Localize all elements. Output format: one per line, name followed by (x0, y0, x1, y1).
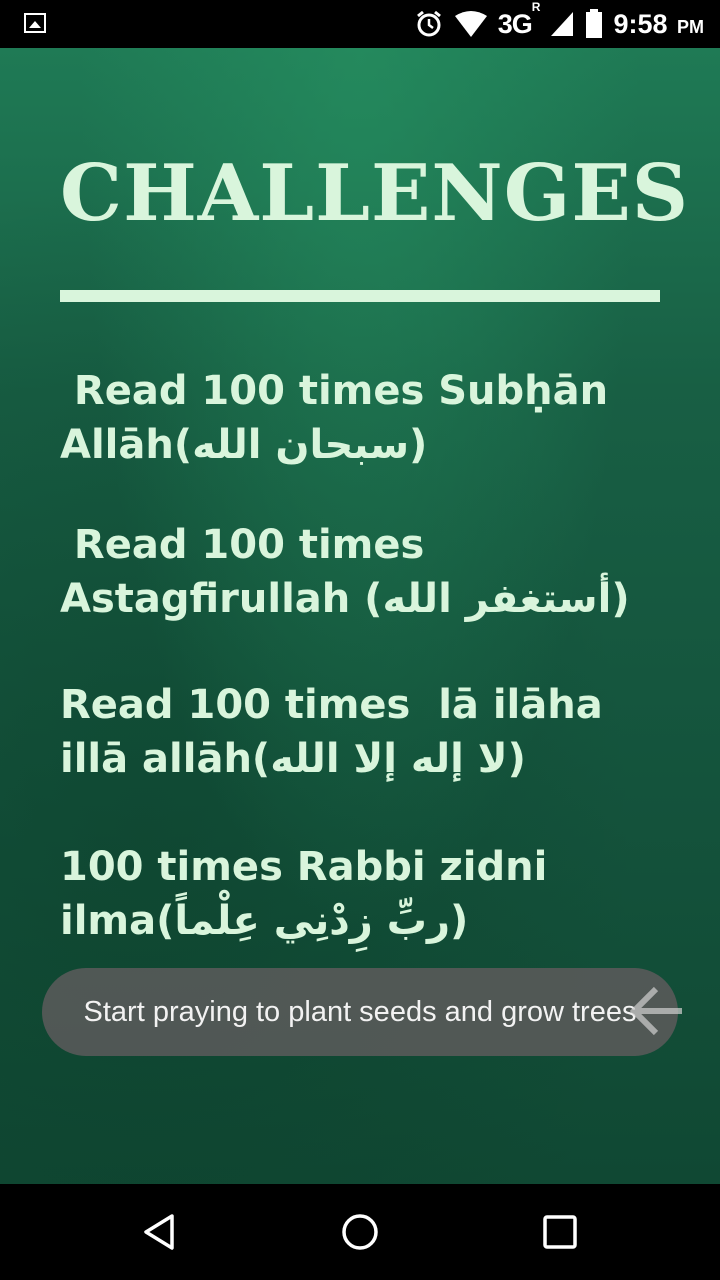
navigation-bar (0, 1184, 720, 1280)
back-arrow-icon[interactable] (630, 985, 684, 1037)
alarm-icon (416, 10, 441, 37)
recents-square-icon[interactable] (540, 1212, 580, 1252)
challenge-line: Read 100 times lā ilāha (60, 682, 603, 728)
challenge-item: Read 100 times Astagfirullah (أستغفر الل… (60, 518, 660, 626)
toast-message: Start praying to plant seeds and grow tr… (42, 968, 678, 1056)
challenge-item: Read 100 times Subḥān Allāh(سبحان الله) (60, 364, 660, 472)
challenge-line: illā allāh(لا إله إلا الله) (60, 736, 526, 782)
clock: 9:58 PM (613, 8, 704, 39)
battery-icon (586, 9, 603, 38)
back-triangle-icon[interactable] (140, 1212, 180, 1252)
signal-icon (551, 12, 574, 36)
network-type: 3GR (497, 0, 541, 39)
challenge-line: Read 100 times Subḥān (60, 368, 609, 414)
challenge-line: ilma(ربِّ زِدْنِي عِلْماً) (60, 898, 469, 944)
challenge-item: 100 times Rabbi zidni ilma(ربِّ زِدْنِي … (60, 840, 660, 948)
challenge-line: Astagfirullah (أستغفر الله) (60, 576, 630, 622)
wifi-icon (454, 11, 487, 37)
challenge-line: 100 times Rabbi zidni (60, 844, 548, 890)
challenge-line: Read 100 times (60, 522, 425, 568)
status-icons: 3GR 9:58 PM (414, 0, 704, 48)
home-circle-icon[interactable] (340, 1212, 380, 1252)
title-underline (60, 290, 660, 302)
status-bar: 3GR 9:58 PM (0, 0, 720, 48)
challenge-item: Read 100 times lā ilāha illā allāh(لا إل… (60, 678, 660, 786)
challenge-line: Allāh(سبحان الله) (60, 422, 428, 468)
image-notification-icon (24, 13, 46, 33)
page-title: CHALLENGES (60, 148, 690, 239)
